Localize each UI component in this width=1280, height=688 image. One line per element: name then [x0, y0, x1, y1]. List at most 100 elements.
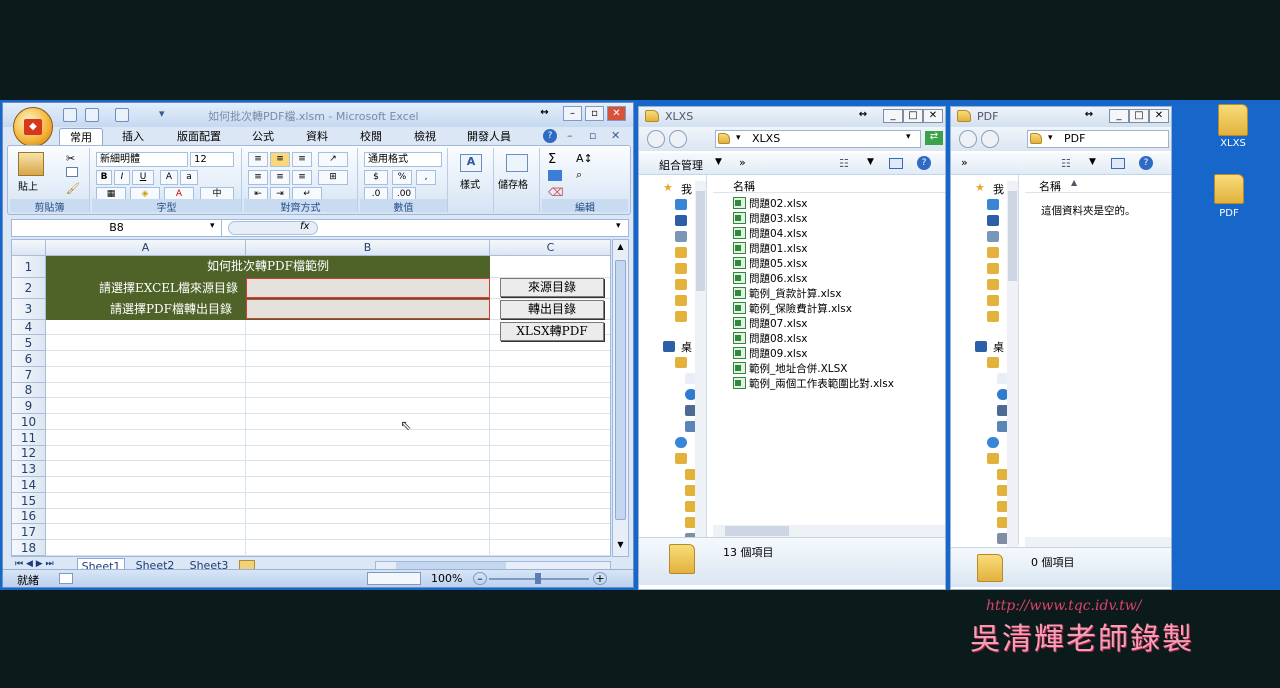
- cell[interactable]: [490, 477, 610, 493]
- address-bar[interactable]: ▾ XLXS ▾: [715, 130, 921, 148]
- folder-icon[interactable]: [675, 247, 687, 258]
- row-header[interactable]: 6: [12, 351, 46, 367]
- user-folder-icon[interactable]: [987, 453, 999, 464]
- row-header[interactable]: 7: [12, 367, 46, 383]
- download-icon[interactable]: [987, 199, 999, 210]
- folder-icon[interactable]: [675, 279, 687, 290]
- cell[interactable]: [46, 383, 246, 398]
- resize-icon[interactable]: ↔: [535, 106, 554, 121]
- decrease-font-icon[interactable]: a: [180, 170, 198, 185]
- row-header[interactable]: 8: [12, 383, 46, 398]
- percent-icon[interactable]: %: [392, 170, 412, 185]
- desktop-label[interactable]: 桌: [681, 339, 692, 355]
- cell[interactable]: [246, 335, 490, 351]
- tab-formulas[interactable]: 公式: [243, 128, 283, 145]
- cells-icon[interactable]: [506, 154, 528, 172]
- tab-home[interactable]: 常用: [59, 128, 103, 145]
- row-header[interactable]: 16: [12, 509, 46, 524]
- row-header[interactable]: 2: [12, 278, 46, 299]
- cell[interactable]: [246, 540, 490, 556]
- homegroup-icon[interactable]: [675, 437, 687, 448]
- styles-label[interactable]: 樣式: [460, 176, 480, 191]
- fx-icon[interactable]: fx: [300, 221, 309, 232]
- align-middle-icon[interactable]: ≡: [270, 152, 290, 167]
- preview-pane-icon[interactable]: [889, 158, 903, 169]
- cell[interactable]: [246, 367, 490, 383]
- nav-scrollbar[interactable]: [695, 181, 706, 537]
- file-item[interactable]: 範例_兩個工作表範圍比對.xlsx: [733, 377, 943, 392]
- desktop-icon[interactable]: [675, 215, 687, 226]
- library-icon[interactable]: [675, 357, 687, 368]
- clear-icon[interactable]: ⌫: [548, 186, 564, 199]
- cell[interactable]: [246, 493, 490, 509]
- folder-icon[interactable]: [987, 263, 999, 274]
- ribbon-restore-icon[interactable]: ▫: [589, 129, 596, 142]
- cell-b1[interactable]: 如何批次轉PDF檔範例: [46, 256, 490, 277]
- maximize-button[interactable]: □: [1129, 109, 1149, 123]
- file-item[interactable]: 問題04.xlsx: [733, 227, 943, 242]
- output-folder-button[interactable]: 轉出目錄: [500, 300, 604, 319]
- sheet-nav-icons[interactable]: ⏮ ◀ ▶ ⏭: [15, 559, 54, 569]
- desktop-icon[interactable]: [987, 215, 999, 226]
- desktop-icon[interactable]: [663, 341, 675, 352]
- row-header[interactable]: 17: [12, 524, 46, 540]
- refresh-icon[interactable]: ⇄: [925, 131, 943, 145]
- fill-icon[interactable]: [548, 170, 562, 181]
- download-icon[interactable]: [675, 199, 687, 210]
- help-icon[interactable]: ?: [917, 156, 931, 170]
- breadcrumb-arrow-icon[interactable]: ▾: [1048, 133, 1053, 143]
- file-item[interactable]: 問題09.xlsx: [733, 347, 943, 362]
- tab-page-layout[interactable]: 版面配置: [167, 128, 231, 145]
- maximize-button[interactable]: ▫: [585, 106, 604, 121]
- forward-button[interactable]: [981, 130, 999, 148]
- zoom-in-icon[interactable]: +: [593, 572, 607, 585]
- minimize-button[interactable]: –: [563, 106, 582, 121]
- folder-icon[interactable]: [987, 247, 999, 258]
- folder-icon[interactable]: [675, 263, 687, 274]
- forward-button[interactable]: [669, 130, 687, 148]
- breadcrumb-arrow-icon[interactable]: ▾: [736, 133, 741, 143]
- font-size-select[interactable]: 12: [190, 152, 234, 167]
- cell[interactable]: [46, 320, 246, 335]
- column-header-a[interactable]: A: [46, 240, 246, 256]
- back-button[interactable]: [647, 130, 665, 148]
- column-header-b[interactable]: B: [246, 240, 490, 256]
- maximize-button[interactable]: □: [903, 109, 923, 123]
- paste-icon[interactable]: [18, 152, 44, 176]
- name-column-header[interactable]: 名稱: [713, 175, 945, 193]
- cut-icon[interactable]: ✂: [66, 152, 75, 165]
- cell[interactable]: [246, 524, 490, 540]
- row-header[interactable]: 15: [12, 493, 46, 509]
- desktop-icon[interactable]: [975, 341, 987, 352]
- expand-formula-icon[interactable]: ▾: [616, 221, 621, 231]
- tab-review[interactable]: 校閱: [351, 128, 391, 145]
- file-item[interactable]: 範例_貨款計算.xlsx: [733, 287, 943, 302]
- cell-b2[interactable]: [246, 278, 490, 298]
- file-item[interactable]: 問題05.xlsx: [733, 257, 943, 272]
- vertical-scrollbar[interactable]: ▲ ▼: [612, 239, 629, 557]
- font-name-select[interactable]: 新細明體: [96, 152, 188, 167]
- paste-label[interactable]: 貼上: [18, 178, 38, 193]
- number-format-select[interactable]: 通用格式: [364, 152, 442, 167]
- align-left-icon[interactable]: ≡: [248, 170, 268, 185]
- qat-customize-icon[interactable]: ▾: [159, 107, 165, 120]
- cell[interactable]: [46, 540, 246, 556]
- formula-input[interactable]: [320, 220, 616, 236]
- find-icon[interactable]: ⌕: [576, 168, 582, 182]
- cell[interactable]: [46, 430, 246, 446]
- cell[interactable]: [246, 430, 490, 446]
- undo-icon[interactable]: [85, 108, 99, 122]
- cell[interactable]: [46, 414, 246, 430]
- cell[interactable]: [46, 524, 246, 540]
- autosum-icon[interactable]: Σ: [548, 152, 556, 167]
- folder-icon[interactable]: [675, 311, 687, 322]
- folder-icon[interactable]: [987, 311, 999, 322]
- desktop-icon-xlxs[interactable]: XLXS: [1208, 104, 1262, 156]
- cell[interactable]: [46, 398, 246, 414]
- row-header[interactable]: 5: [12, 335, 46, 351]
- folder-icon[interactable]: [675, 295, 687, 306]
- favorites-icon[interactable]: ★: [975, 181, 985, 194]
- homegroup-icon[interactable]: [987, 437, 999, 448]
- cell[interactable]: [46, 509, 246, 524]
- file-item[interactable]: 問題07.xlsx: [733, 317, 943, 332]
